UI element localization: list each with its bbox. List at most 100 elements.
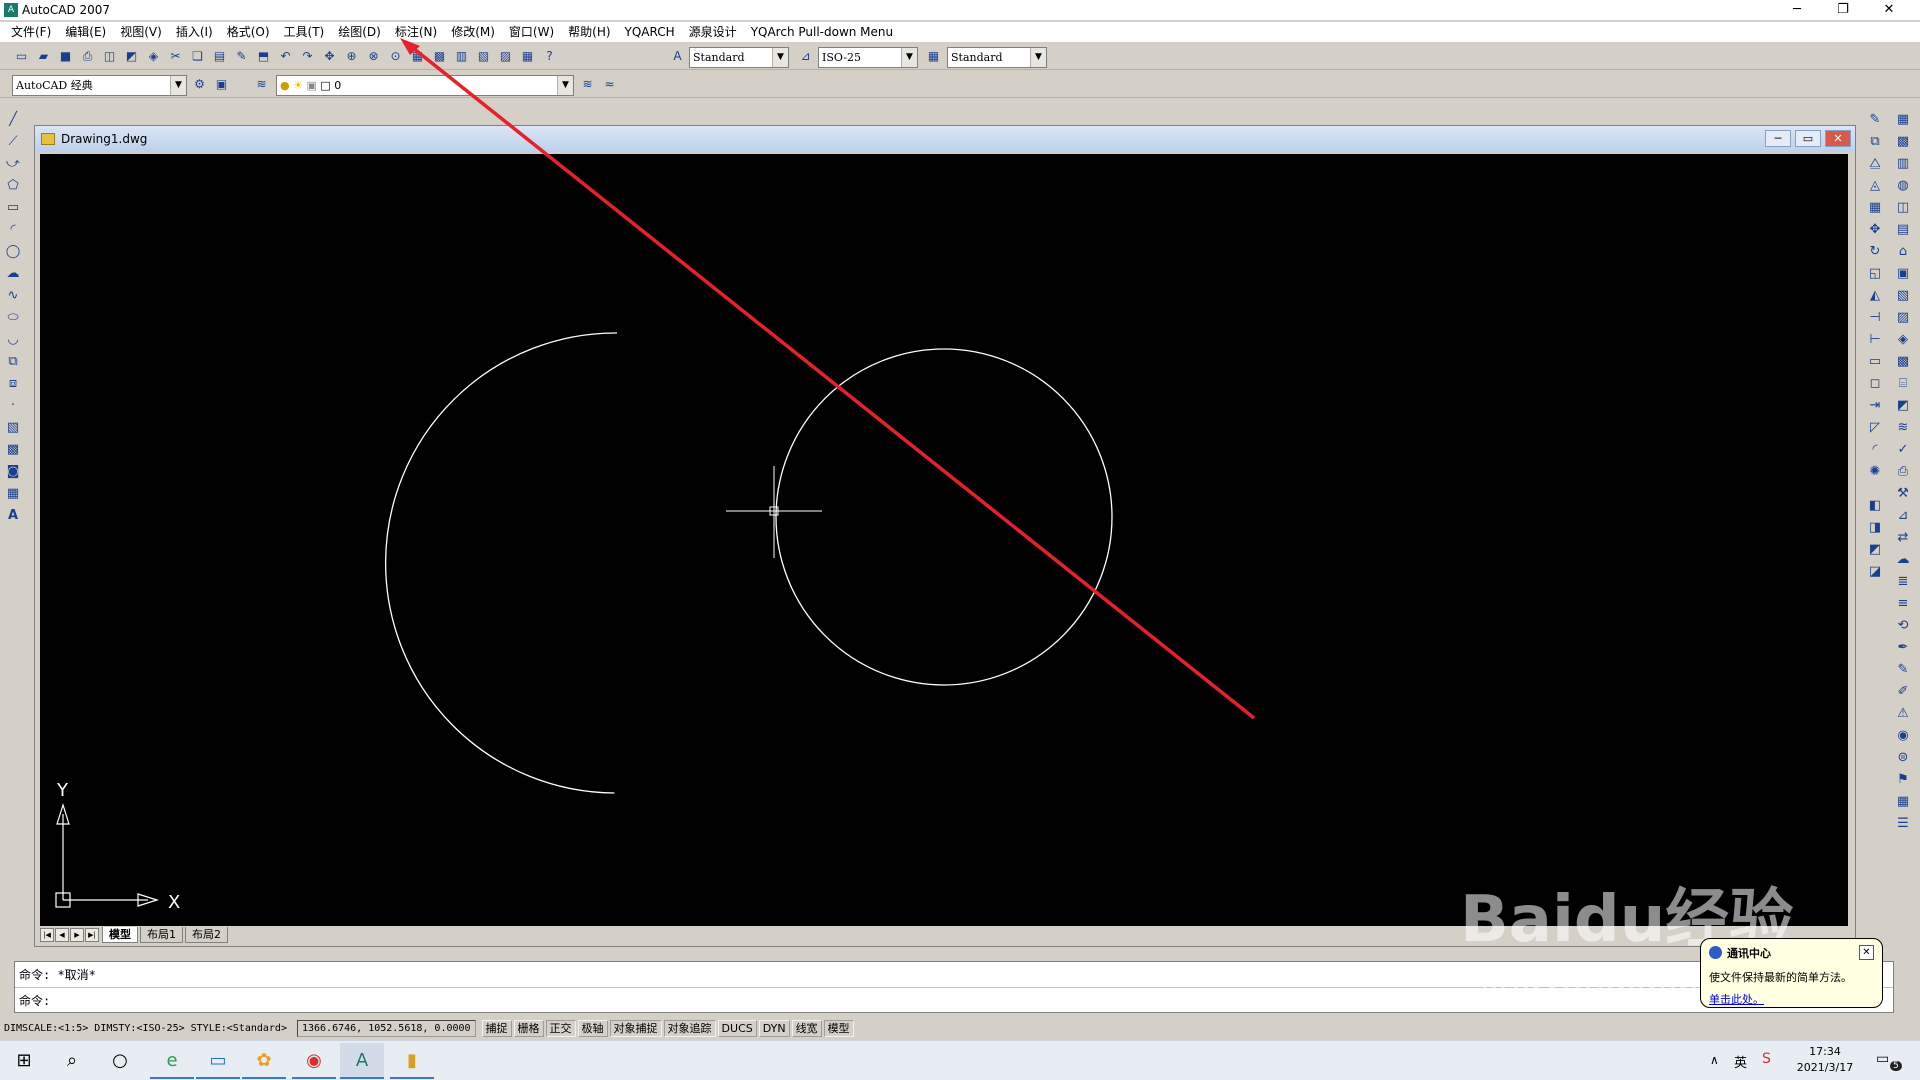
yq-block-icon[interactable]: ◩	[1893, 396, 1913, 415]
minimize-button[interactable]: ─	[1774, 0, 1820, 20]
drawing-maximize-button[interactable]: ▭	[1795, 130, 1821, 147]
break-at-point-icon[interactable]: ▭	[1865, 352, 1885, 371]
dim-style-icon[interactable]: ⊿	[796, 47, 815, 66]
redo-icon[interactable]: ↷	[298, 47, 317, 66]
menu-yqarch[interactable]: YQARCH	[618, 22, 682, 42]
table-icon[interactable]: ▦	[3, 484, 23, 503]
prev-tab-icon[interactable]: ◀	[55, 928, 69, 942]
otrack-toggle[interactable]: 对象追踪	[663, 1019, 716, 1037]
tool-palettes-icon[interactable]: ▥	[452, 47, 471, 66]
yq-text-icon[interactable]: ▧	[1893, 286, 1913, 305]
copy-icon[interactable]: ❏	[188, 47, 207, 66]
ellipse-arc-icon[interactable]: ◡	[3, 330, 23, 349]
polyline-icon[interactable]: ⤻	[3, 154, 23, 173]
yq-pen-icon[interactable]: ✒	[1893, 638, 1913, 657]
yq-column-icon[interactable]: ▩	[1893, 132, 1913, 151]
text-style-icon[interactable]: A	[668, 47, 687, 66]
stretch-icon[interactable]: ◭	[1865, 286, 1885, 305]
tab-layout2[interactable]: 布局2	[185, 927, 228, 943]
draworder-back-icon[interactable]: ◨	[1865, 518, 1885, 537]
menu-draw[interactable]: 绘图(D)	[331, 22, 388, 42]
yq-tools-icon[interactable]: ⚒	[1893, 484, 1913, 503]
text-style-select[interactable]: Standard ▼	[689, 47, 789, 68]
paste-icon[interactable]: ▤	[210, 47, 229, 66]
rotate-icon[interactable]: ↻	[1865, 242, 1885, 261]
yq-hatch-icon[interactable]: ▩	[1893, 352, 1913, 371]
yq-furniture-icon[interactable]: ⌸	[1893, 374, 1913, 393]
yq-convert-icon[interactable]: ⇄	[1893, 528, 1913, 547]
yq-list-icon[interactable]: ☰	[1893, 814, 1913, 833]
tab-layout1[interactable]: 布局1	[140, 927, 183, 943]
yq-sync-icon[interactable]: ⟲	[1893, 616, 1913, 635]
mirror-icon[interactable]: ⧋	[1865, 154, 1885, 173]
save-workspace-icon[interactable]: ▣	[212, 75, 231, 94]
dyn-toggle[interactable]: DYN	[758, 1019, 790, 1037]
hatch-icon[interactable]: ▧	[3, 418, 23, 437]
yq-warn-icon[interactable]: ⚠	[1893, 704, 1913, 723]
table-style-icon[interactable]: ▦	[924, 47, 943, 66]
make-layer-current-icon[interactable]: ≋	[578, 75, 597, 94]
make-block-icon[interactable]: ⧈	[3, 374, 23, 393]
trim-icon[interactable]: ⊣	[1865, 308, 1885, 327]
menu-help[interactable]: 帮助(H)	[561, 22, 617, 42]
last-tab-icon[interactable]: ▶|	[85, 928, 99, 942]
yq-layer-icon[interactable]: ≋	[1893, 418, 1913, 437]
ducs-toggle[interactable]: DUCS	[717, 1019, 757, 1037]
coordinates-display[interactable]: 1366.6746, 1052.5618, 0.0000	[296, 1019, 476, 1037]
restore-button[interactable]: ❐	[1820, 0, 1866, 20]
arc-icon[interactable]: ◜	[3, 220, 23, 239]
tab-model[interactable]: 模型	[102, 927, 138, 943]
yq-print-icon[interactable]: ⎙	[1893, 462, 1913, 481]
rectangle-icon[interactable]: ▭	[3, 198, 23, 217]
yq-roof-icon[interactable]: ⌂	[1893, 242, 1913, 261]
menu-view[interactable]: 视图(V)	[113, 22, 169, 42]
polygon-icon[interactable]: ⬠	[3, 176, 23, 195]
yq-axis-icon[interactable]: ▦	[1893, 110, 1913, 129]
search-icon[interactable]: ⌕	[50, 1043, 94, 1079]
balloon-link[interactable]: 单击此处。	[1709, 991, 1874, 1007]
yq-room-icon[interactable]: ▣	[1893, 264, 1913, 283]
task-view-icon[interactable]: ○	[98, 1043, 142, 1079]
yq-symbol-icon[interactable]: ◈	[1893, 330, 1913, 349]
ime-indicator[interactable]: 英	[1734, 1052, 1747, 1071]
menu-yqarch-pulldown[interactable]: YQArch Pull-down Menu	[744, 22, 900, 42]
action-center-icon[interactable]: ▭	[1876, 1051, 1889, 1067]
save-icon[interactable]: ■	[56, 47, 75, 66]
chamfer-icon[interactable]: ◸	[1865, 418, 1885, 437]
gradient-icon[interactable]: ▩	[3, 440, 23, 459]
yq-measure-icon[interactable]: ⊿	[1893, 506, 1913, 525]
circle-icon[interactable]: ◯	[3, 242, 23, 261]
3d-dwf-icon[interactable]: ◈	[144, 47, 163, 66]
move-icon[interactable]: ✥	[1865, 220, 1885, 239]
chrome-icon[interactable]: ◉	[292, 1043, 336, 1079]
drawing-minimize-button[interactable]: ─	[1765, 130, 1791, 147]
break-icon[interactable]: ◻	[1865, 374, 1885, 393]
first-tab-icon[interactable]: |◀	[40, 928, 54, 942]
menu-window[interactable]: 窗口(W)	[502, 22, 561, 42]
cut-icon[interactable]: ✂	[166, 47, 185, 66]
model-toggle[interactable]: 模型	[823, 1019, 854, 1037]
explode-icon[interactable]: ✺	[1865, 462, 1885, 481]
osnap-toggle[interactable]: 对象捕捉	[609, 1019, 662, 1037]
drawing-close-button[interactable]: ✕	[1825, 130, 1851, 147]
sogou-icon[interactable]: S	[1762, 1051, 1771, 1067]
yq-flag-icon[interactable]: ⚑	[1893, 770, 1913, 789]
offset-icon[interactable]: ◬	[1865, 176, 1885, 195]
menu-file[interactable]: 文件(F)	[4, 22, 58, 42]
menu-modify[interactable]: 修改(M)	[444, 22, 502, 42]
yq-stack-icon[interactable]: ≣	[1893, 572, 1913, 591]
yq-dim-icon[interactable]: ▨	[1893, 308, 1913, 327]
lineweight-toggle[interactable]: 线宽	[791, 1019, 822, 1037]
print-icon[interactable]: ⎙	[78, 47, 97, 66]
polar-toggle[interactable]: 极轴	[577, 1019, 608, 1037]
multiline-text-icon[interactable]: A	[3, 506, 23, 525]
tray-chevron-icon[interactable]: ∧	[1710, 1053, 1719, 1067]
layer-manager-icon[interactable]: ≋	[252, 75, 271, 94]
clock[interactable]: 17:34 2021/3/17	[1790, 1044, 1860, 1076]
scale-icon[interactable]: ◱	[1865, 264, 1885, 283]
publish-icon[interactable]: ◩	[122, 47, 141, 66]
menu-edit[interactable]: 编辑(E)	[58, 22, 113, 42]
print-preview-icon[interactable]: ◫	[100, 47, 119, 66]
match-properties-icon[interactable]: ✎	[232, 47, 251, 66]
extend-icon[interactable]: ⊢	[1865, 330, 1885, 349]
